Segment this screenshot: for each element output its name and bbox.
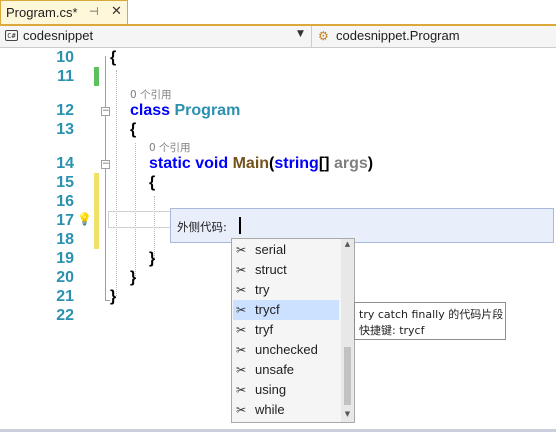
- line-number: 15: [56, 174, 74, 191]
- code-snippet-icon: ✂: [236, 263, 247, 277]
- tooltip-description: try catch finally 的代码片段: [359, 308, 504, 321]
- lightbulb-icon[interactable]: 💡: [77, 212, 92, 226]
- indent-guide: [116, 70, 117, 296]
- pin-icon[interactable]: ⊣: [89, 5, 99, 18]
- code-brace: }: [149, 250, 156, 267]
- line-number: 19: [56, 250, 74, 267]
- code-line-method: static void Main(string[] args): [149, 155, 373, 173]
- code-snippet-icon: ✂: [236, 283, 247, 297]
- code-snippet-icon: ✂: [236, 403, 247, 417]
- snippet-tooltip: try catch finally 的代码片段 快捷键: trycf: [354, 302, 506, 340]
- project-dropdown-label: codesnippet: [23, 28, 94, 43]
- list-item-while[interactable]: ✂ while: [233, 400, 339, 420]
- keyword: string: [274, 155, 319, 172]
- method-name: Main: [232, 155, 270, 172]
- code-brace: {: [130, 121, 137, 138]
- member-dropdown-label[interactable]: codesnippet.Program: [336, 28, 460, 43]
- line-number: 11: [57, 68, 74, 85]
- code-snippet-icon: ✂: [236, 383, 247, 397]
- completion-scrollbar[interactable]: ▲ ▼: [341, 239, 354, 422]
- tab-program-cs[interactable]: Program.cs* ⊣ ✕: [0, 0, 128, 24]
- outline-line: [105, 56, 106, 300]
- line-number: 18: [56, 231, 74, 248]
- current-line-highlight: [108, 211, 170, 228]
- class-icon: ⚙: [318, 29, 329, 43]
- class-name: Program: [174, 102, 241, 119]
- project-dropdown[interactable]: C# codesnippet ▼: [0, 26, 312, 47]
- code-brace: }: [110, 288, 117, 305]
- list-item-unsafe[interactable]: ✂ unsafe: [233, 360, 339, 380]
- keyword: static: [149, 155, 191, 172]
- reference-count-label[interactable]: 0 个引用: [130, 87, 172, 102]
- list-item-tryf[interactable]: ✂ tryf: [233, 320, 339, 340]
- code-snippet-icon: ✂: [236, 323, 247, 337]
- code-brace: {: [149, 174, 156, 191]
- saved-change-marker: [94, 67, 99, 86]
- keyword: class: [130, 102, 171, 119]
- tab-title: Program.cs*: [6, 5, 78, 20]
- list-item-label: serial: [255, 242, 287, 257]
- surround-with-label: 外侧代码:: [177, 220, 227, 234]
- line-number: 17: [56, 212, 74, 229]
- list-item-label: struct: [255, 262, 287, 277]
- surround-with-bar: 外侧代码:: [170, 208, 554, 243]
- line-number: 12: [56, 102, 74, 119]
- line-number: 16: [56, 193, 74, 210]
- document-tab-bar: Program.cs* ⊣ ✕: [0, 0, 556, 26]
- chevron-down-icon[interactable]: ▼: [297, 29, 304, 39]
- indent-guide: [135, 143, 136, 276]
- punctuation: []: [318, 155, 330, 172]
- list-item-label: trycf: [255, 302, 280, 317]
- code-snippet-icon: ✂: [236, 243, 247, 257]
- list-item-try[interactable]: ✂ try: [233, 280, 339, 300]
- code-line-class: class Program: [130, 102, 240, 120]
- line-number: 21: [56, 288, 74, 305]
- list-item-unchecked[interactable]: ✂ unchecked: [233, 340, 339, 360]
- line-number: 14: [56, 155, 74, 172]
- line-number: 20: [56, 269, 74, 286]
- snippet-completion-list[interactable]: ✂ serial ✂ struct ✂ try ✂ trycf ✂ tryf ✂ unche…: [231, 238, 355, 423]
- code-brace: {: [110, 49, 117, 66]
- list-item-using[interactable]: ✂ using: [233, 380, 339, 400]
- punctuation: ): [367, 155, 374, 172]
- list-item-struct[interactable]: ✂ struct: [233, 260, 339, 280]
- scrollbar-thumb[interactable]: [344, 347, 351, 405]
- list-item-label: unchecked: [255, 342, 318, 357]
- code-brace: }: [130, 269, 137, 286]
- keyword: void: [195, 155, 229, 172]
- surround-with-input-caret[interactable]: [239, 217, 241, 234]
- collapse-method-icon[interactable]: −: [101, 160, 110, 169]
- scroll-up-icon[interactable]: ▲: [341, 240, 354, 248]
- list-item-label: unsafe: [255, 362, 295, 377]
- navigation-bar: C# codesnippet ▼ ⚙ codesnippet.Program: [0, 26, 556, 48]
- list-item-label: tryf: [255, 322, 274, 337]
- code-snippet-icon: ✂: [236, 363, 247, 377]
- scroll-down-icon[interactable]: ▼: [341, 410, 354, 418]
- line-number: 13: [56, 121, 74, 138]
- list-item-serial[interactable]: ✂ serial: [233, 240, 339, 260]
- list-item-label: using: [255, 382, 287, 397]
- unsaved-change-marker: [94, 173, 99, 249]
- line-number: 10: [56, 49, 74, 66]
- code-snippet-icon: ✂: [236, 343, 247, 357]
- reference-count-label[interactable]: 0 个引用: [149, 140, 191, 155]
- collapse-class-icon[interactable]: −: [101, 107, 110, 116]
- list-item-label: while: [255, 402, 285, 417]
- parameter-name: args: [333, 155, 368, 172]
- close-icon[interactable]: ✕: [111, 4, 122, 19]
- line-number: 22: [56, 307, 74, 324]
- list-item-trycf[interactable]: ✂ trycf: [233, 300, 339, 320]
- tooltip-shortcut: 快捷键: trycf: [359, 324, 425, 337]
- list-item-label: try: [255, 282, 270, 297]
- code-snippet-icon: ✂: [236, 303, 247, 317]
- csharp-project-icon: C#: [5, 30, 18, 41]
